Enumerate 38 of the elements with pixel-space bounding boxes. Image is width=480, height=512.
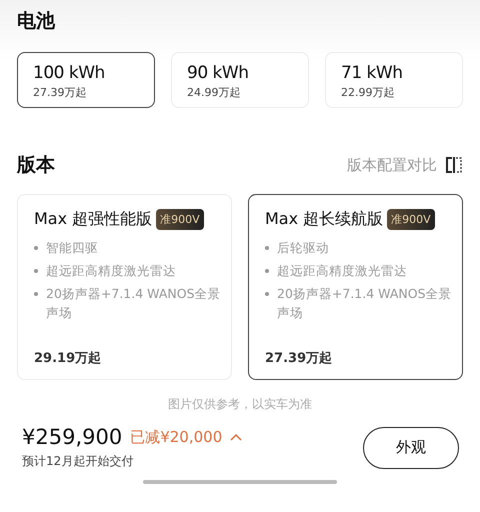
version-name: Max 超强性能版 — [34, 209, 152, 230]
version-price: 27.39万起 — [265, 350, 334, 367]
battery-option-card[interactable]: 90 kWh 24.99万起 — [171, 52, 309, 108]
voltage-badge: 准900V — [156, 209, 204, 230]
feature-text: 20扬声器+7.1.4 WANOS全景声场 — [46, 285, 221, 322]
battery-capacity: 71 kWh — [341, 63, 404, 83]
feature-text: 超远距高精度激光雷达 — [277, 262, 407, 280]
bullet-icon — [34, 292, 38, 296]
version-name: Max 超长续航版 — [265, 209, 384, 230]
feature-text: 超远距高精度激光雷达 — [46, 262, 176, 280]
disclaimer-text: 图片仅供参考，以实车为准 — [167, 396, 313, 413]
battery-capacity: 100 kWh — [33, 63, 106, 83]
section-title: 版本 — [17, 153, 55, 178]
exterior-button[interactable]: 外观 — [363, 426, 459, 468]
battery-option-card[interactable]: 100 kWh 27.39万起 — [17, 52, 155, 108]
version-option-card[interactable]: Max 超强性能版 准900V 智能四驱 超远距高精度激光雷达 20扬声器+7.1.4 WANOS全景声场 29.19万起 — [17, 194, 232, 380]
version-price: 29.19万起 — [34, 350, 102, 367]
version-option-card[interactable]: Max 超长续航版 准900V 后轮驱动 超远距高精度激光雷达 20扬声器+7.1.4 WANOS全景声场 27.39万起 — [248, 194, 463, 380]
discount-text: 已减¥20,000 — [130, 428, 222, 446]
section-title: 电池 — [17, 9, 56, 34]
bullet-icon — [34, 246, 38, 250]
battery-price: 22.99万起 — [341, 85, 396, 100]
battery-capacity: 90 kWh — [187, 63, 250, 83]
bullet-icon — [265, 292, 269, 296]
bullet-icon — [34, 269, 38, 273]
delivery-text: 预计12月起开始交付 — [22, 453, 134, 470]
compare-icon[interactable] — [445, 156, 463, 174]
feature-text: 后轮驱动 — [277, 239, 329, 257]
feature-text: 20扬声器+7.1.4 WANOS全景声场 — [277, 285, 452, 322]
battery-option-card[interactable]: 71 kWh 22.99万起 — [325, 52, 463, 108]
bullet-icon — [265, 269, 269, 273]
battery-price: 24.99万起 — [187, 85, 242, 100]
bullet-icon — [265, 246, 269, 250]
voltage-badge: 准900V — [387, 209, 435, 230]
feature-text: 智能四驱 — [46, 239, 98, 257]
total-price: ¥259,900 — [22, 425, 122, 449]
chevron-up-icon[interactable] — [230, 433, 242, 441]
battery-price: 27.39万起 — [33, 85, 88, 100]
